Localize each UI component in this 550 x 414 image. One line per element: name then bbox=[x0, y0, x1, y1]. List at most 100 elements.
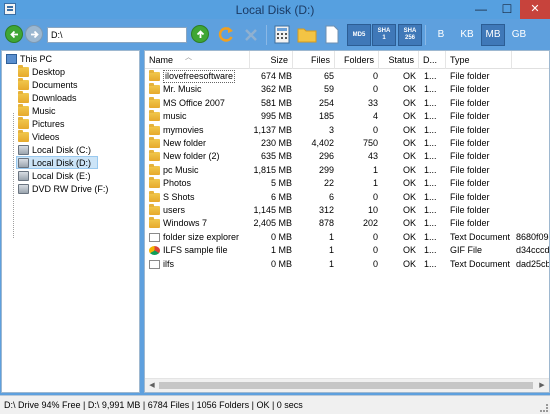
date-cell: 1... bbox=[424, 164, 437, 175]
table-row[interactable]: pc Music 1,815 MB 299 1 OK 1... File folder bbox=[145, 163, 549, 177]
tree-item-label: Desktop bbox=[32, 67, 66, 77]
folder-icon bbox=[149, 163, 160, 175]
resize-grip[interactable] bbox=[540, 404, 548, 412]
column-header-files[interactable]: Files bbox=[293, 51, 335, 69]
date-cell: 1... bbox=[424, 151, 437, 162]
horizontal-scrollbar[interactable]: ◀ ▶ bbox=[145, 378, 549, 392]
table-row[interactable]: Windows 7 2,405 MB 878 202 OK 1... File folder bbox=[145, 217, 549, 230]
close-button[interactable]: ✕ bbox=[520, 0, 550, 19]
table-row[interactable]: New folder 230 MB 4,402 750 OK 1... File folde… bbox=[145, 137, 549, 150]
table-row[interactable]: users 1,145 MB 312 10 OK 1... File folder bbox=[145, 204, 549, 217]
sha256-button[interactable]: SHA 256 bbox=[398, 24, 422, 46]
folder-icon[interactable] bbox=[296, 23, 318, 46]
folder-icon bbox=[149, 217, 160, 229]
type-cell: File folder bbox=[450, 205, 490, 215]
table-row[interactable]: music 995 MB 185 4 OK 1... File folder bbox=[145, 110, 549, 123]
folders-cell: 4 bbox=[372, 111, 378, 122]
sha1-button[interactable]: SHA 1 bbox=[372, 24, 396, 46]
column-header-name[interactable]: Name ︿ bbox=[145, 51, 250, 69]
date-cell: 1... bbox=[424, 124, 437, 135]
file-name: ilfs bbox=[163, 258, 174, 269]
status-cell: OK bbox=[402, 111, 416, 122]
size-cell: 0 MB bbox=[270, 258, 292, 269]
folder-icon bbox=[149, 110, 160, 122]
files-cell: 1 bbox=[328, 231, 334, 242]
go-up-button[interactable] bbox=[191, 25, 209, 43]
scroll-right-icon[interactable]: ▶ bbox=[536, 380, 548, 392]
folders-cell: 1 bbox=[372, 178, 378, 189]
files-cell: 65 bbox=[323, 71, 334, 81]
type-cell: Text Document bbox=[450, 231, 511, 242]
date-cell: 1... bbox=[424, 84, 437, 95]
column-header-status[interactable]: Status bbox=[379, 51, 419, 69]
date-cell: 1... bbox=[424, 71, 437, 81]
column-header-hash[interactable] bbox=[512, 51, 549, 69]
tree-item-desktop[interactable]: Desktop bbox=[18, 65, 136, 79]
hash-cell bbox=[516, 191, 549, 204]
table-row[interactable]: folder size explorer 0 MB 1 0 OK 1... Text Doc… bbox=[145, 231, 549, 244]
maximize-button[interactable]: ☐ bbox=[494, 0, 520, 19]
hash-cell bbox=[516, 164, 549, 177]
toolbar-separator bbox=[425, 25, 426, 45]
type-cell: File folder bbox=[450, 71, 490, 81]
size-cell: 1,145 MB bbox=[253, 205, 292, 215]
column-header-date[interactable]: D... bbox=[419, 51, 446, 69]
column-header-folders[interactable]: Folders bbox=[335, 51, 379, 69]
unit-kb-button[interactable]: KB bbox=[455, 24, 479, 46]
path-input[interactable]: D:\ bbox=[47, 27, 187, 43]
table-row[interactable]: Mr. Music 362 MB 59 0 OK 1... File folder bbox=[145, 83, 549, 96]
table-row[interactable]: ilfs 0 MB 1 0 OK 1... Text Document dad25cbk bbox=[145, 258, 549, 271]
folders-cell: 0 bbox=[372, 258, 378, 269]
forward-button[interactable] bbox=[25, 25, 43, 43]
tree-item-local-disk-e[interactable]: Local Disk (E:) bbox=[18, 170, 136, 183]
table-row[interactable]: Photos 5 MB 22 1 OK 1... File folder bbox=[145, 177, 549, 190]
files-cell: 254 bbox=[318, 97, 334, 108]
md5-button[interactable]: MD5 bbox=[347, 24, 371, 46]
folders-cell: 750 bbox=[362, 138, 378, 148]
date-cell: 1... bbox=[424, 245, 437, 256]
table-row[interactable]: mymovies 1,137 MB 3 0 OK 1... File folder bbox=[145, 123, 549, 137]
sort-arrow-icon: ︿ bbox=[185, 54, 192, 61]
file-name: music bbox=[163, 111, 187, 122]
calculator-icon[interactable] bbox=[272, 23, 292, 46]
file-name: Windows 7 bbox=[163, 218, 208, 229]
scroll-left-icon[interactable]: ◀ bbox=[146, 380, 158, 392]
files-cell: 299 bbox=[318, 164, 334, 175]
scrollbar-thumb[interactable] bbox=[159, 382, 533, 389]
tree-item-videos[interactable]: Videos bbox=[18, 130, 136, 144]
file-icon[interactable] bbox=[322, 23, 342, 46]
refresh-icon[interactable] bbox=[216, 23, 236, 46]
tree-item-downloads[interactable]: Downloads bbox=[18, 91, 136, 105]
tree-item-pictures[interactable]: Pictures bbox=[18, 117, 136, 131]
tree-item-local-disk-d[interactable]: Local Disk (D:) bbox=[16, 156, 98, 169]
column-header-row: Name ︿ Size Files Folders Status D... Ty… bbox=[145, 51, 549, 69]
tree-item-dvd-drive-f[interactable]: DVD RW Drive (F:) bbox=[18, 183, 136, 196]
table-row[interactable]: New folder (2) 635 MB 296 43 OK 1... File fold… bbox=[145, 150, 549, 163]
table-row[interactable]: MS Office 2007 581 MB 254 33 OK 1... File fold… bbox=[145, 96, 549, 110]
name-cell: New folder bbox=[149, 137, 249, 150]
unit-mb-button[interactable]: MB bbox=[481, 24, 505, 46]
unit-bytes-button[interactable]: B bbox=[429, 24, 453, 46]
column-header-size[interactable]: Size bbox=[250, 51, 293, 69]
name-cell: ilovefreesoftware bbox=[149, 70, 249, 83]
table-row[interactable]: ilovefreesoftware 674 MB 65 0 OK 1... File fol… bbox=[145, 70, 549, 83]
stop-icon[interactable] bbox=[242, 23, 260, 46]
status-cell: OK bbox=[402, 151, 416, 162]
type-cell: File folder bbox=[450, 218, 490, 229]
minimize-button[interactable]: — bbox=[468, 0, 494, 19]
tree-item-documents[interactable]: Documents bbox=[18, 78, 136, 92]
status-cell: OK bbox=[402, 84, 416, 95]
name-cell: ILFS sample file bbox=[149, 244, 249, 257]
text-file-icon bbox=[149, 232, 160, 242]
table-row[interactable]: S Shots 6 MB 6 0 OK 1... File folder bbox=[145, 190, 549, 204]
tree-item-label: Local Disk (D:) bbox=[32, 158, 92, 168]
unit-gb-button[interactable]: GB bbox=[507, 24, 531, 46]
hash-cell bbox=[516, 124, 549, 137]
tree-item-this-pc[interactable]: This PC bbox=[6, 53, 134, 66]
files-cell: 185 bbox=[318, 111, 334, 122]
file-name: ilovefreesoftware bbox=[163, 70, 236, 83]
column-header-type[interactable]: Type bbox=[446, 51, 512, 69]
back-button[interactable] bbox=[5, 25, 23, 43]
table-row[interactable]: ILFS sample file 1 MB 1 0 OK 1... GIF File d34c… bbox=[145, 244, 549, 257]
tree-item-music[interactable]: Music bbox=[18, 104, 136, 118]
